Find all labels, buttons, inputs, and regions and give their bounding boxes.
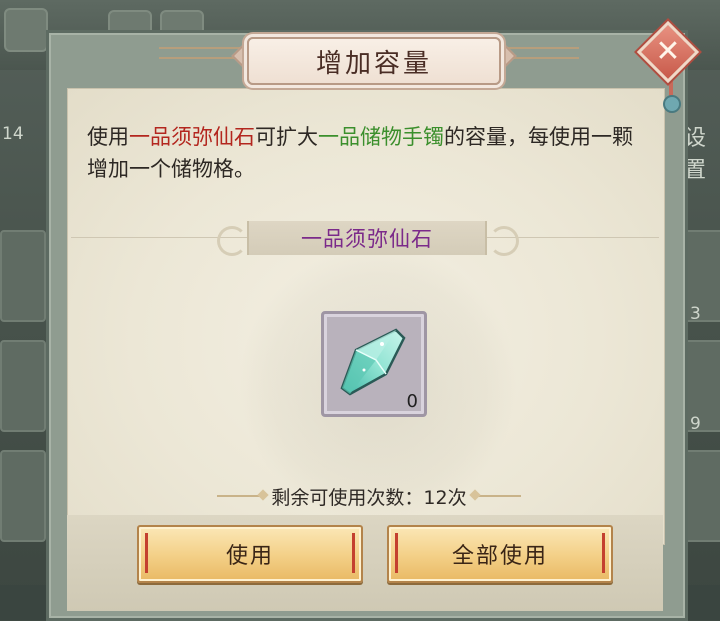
button-edge-decoration [352,533,355,573]
remaining-uses-text: 剩余可使用次数：12次 [271,486,467,509]
dialog-description: 使用一品须弥仙石可扩大一品储物手镯的容量，每使用一颗增加一个储物格。 [87,121,647,185]
desc-text: 使用 [87,125,129,149]
title-banner: 增加容量 [247,37,501,85]
use-button-label: 使用 [225,544,274,569]
use-all-button-label: 全部使用 [451,544,548,569]
background-cell [0,340,46,432]
background-cell [0,450,46,542]
item-count: 0 [406,391,418,412]
cloud-swirl-right [489,226,519,256]
button-edge-decoration [145,533,148,573]
button-edge-decoration [602,533,605,573]
item-name-bar: 一品须弥仙石 [247,221,487,255]
use-all-button[interactable]: 全部使用 [387,525,613,583]
close-button[interactable]: ✕ [636,20,700,84]
desc-target-name: 一品储物手镯 [318,125,444,149]
cloud-swirl-left [217,226,247,256]
desc-text: 可扩大 [255,125,318,149]
increase-capacity-dialog: 增加容量 ✕ 使用一品须弥仙石可扩大一品储物手镯的容量，每使用一颗增加一个储物格… [46,20,700,621]
remaining-ornament-left [217,495,264,497]
item-name: 一品须弥仙石 [301,227,433,251]
background-settings-label: 设置 [684,126,707,183]
dialog-title: 增加容量 [315,48,432,79]
desc-item-name: 一品须弥仙石 [129,125,255,149]
close-tassel-knot [663,95,681,113]
use-button[interactable]: 使用 [137,525,363,583]
background-number: 3 [690,304,701,324]
background-cell [0,230,46,322]
close-icon: ✕ [655,34,681,69]
item-slot[interactable]: 0 [321,311,427,417]
background-slot [4,8,48,52]
background-number: 9 [690,414,701,434]
remaining-uses-row: 剩余可使用次数：12次 [199,481,539,511]
background-number: 14 [2,124,24,144]
crystal-gem-icon [340,328,406,396]
button-edge-decoration [395,533,398,573]
remaining-ornament-right [474,495,521,497]
